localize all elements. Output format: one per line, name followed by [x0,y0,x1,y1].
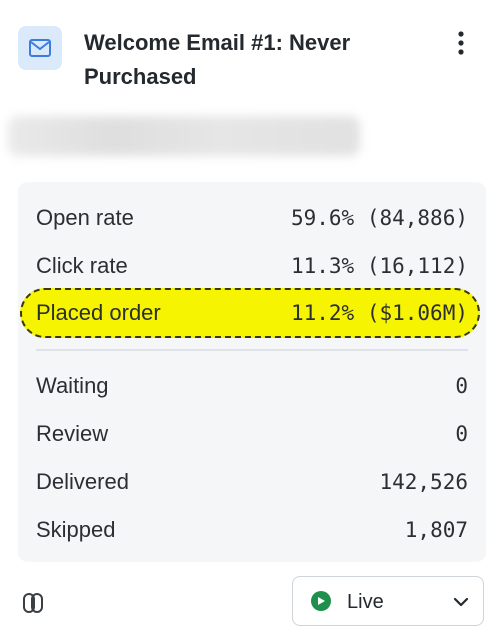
link-icon[interactable] [18,588,48,618]
stat-label: Open rate [36,205,134,230]
kebab-menu-icon[interactable] [446,28,476,58]
stat-row-open-rate: Open rate 59.6% (84,886) [36,198,468,238]
stat-row-delivered: Delivered 142,526 [36,462,468,502]
stat-label: Skipped [36,517,116,542]
stat-label: Placed order [36,300,161,325]
stat-value: 0 [455,374,468,398]
status-dropdown[interactable]: Live [292,576,484,626]
stat-row-skipped: Skipped 1,807 [36,510,468,550]
blurred-subject-line [8,116,360,156]
stat-row-waiting: Waiting 0 [36,366,468,406]
stat-value: 59.6% (84,886) [290,206,468,230]
stat-row-review: Review 0 [36,414,468,454]
stat-label: Click rate [36,253,128,278]
stat-value: 1,807 [404,518,468,542]
stat-label: Review [36,421,109,446]
stat-value: 142,526 [379,470,468,494]
stat-row-click-rate: Click rate 11.3% (16,112) [36,246,468,286]
play-circle-icon [311,591,331,611]
mail-icon [18,26,62,70]
stat-label: Waiting [36,373,109,398]
status-label: Live [347,591,384,613]
stat-label: Delivered [36,469,129,494]
stat-value: 11.3% (16,112) [290,254,468,278]
divider [36,349,468,351]
flow-message-header: Welcome Email #1: Never Purchased [0,0,504,110]
message-title[interactable]: Welcome Email #1: Never Purchased [84,26,414,94]
stat-value: 0 [455,422,468,446]
stat-row-placed-order: Placed order 11.2% ($1.06M) [36,293,468,333]
chevron-down-icon [453,597,469,607]
stat-value: 11.2% ($1.06M) [290,301,468,325]
